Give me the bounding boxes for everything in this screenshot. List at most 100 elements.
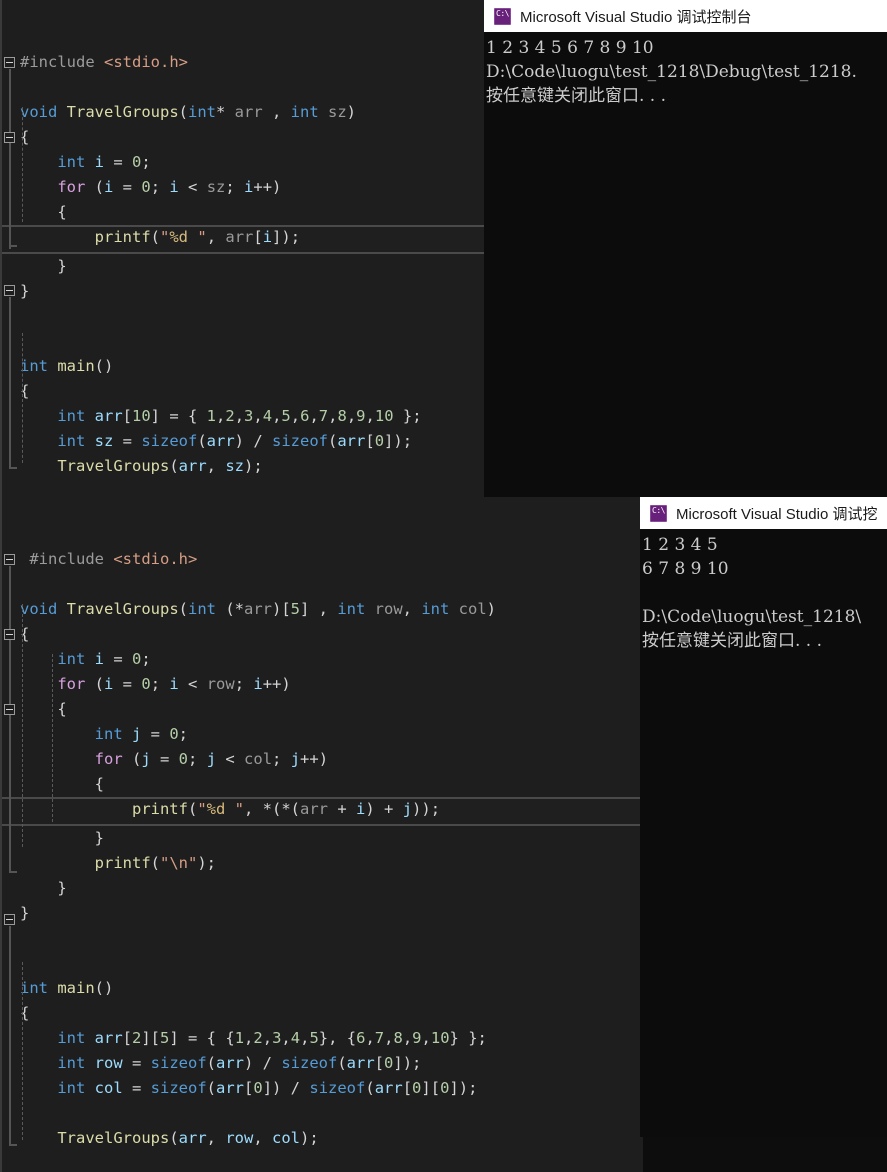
code-token: sz (206, 178, 226, 196)
code-token: int (57, 432, 95, 450)
console-window-2d-pointer[interactable]: Microsoft Visual Studio 调试挖 1 2 3 4 5 6 … (640, 497, 887, 1137)
code-token: int (57, 650, 95, 668)
code-token: , (402, 600, 422, 618)
code-token: (* (225, 600, 244, 618)
code-token: [ (402, 1079, 413, 1097)
code-line[interactable]: { (2, 772, 643, 797)
code-line[interactable]: int arr[2][5] = { {1,2,3,4,5}, {6,7,8,9,… (2, 1026, 643, 1051)
code-line-current[interactable]: printf("%d ", arr[i]); (2, 225, 484, 254)
code-line[interactable]: { (2, 697, 643, 722)
code-line[interactable]: int j = 0; (2, 722, 643, 747)
code-line[interactable]: { (2, 1001, 643, 1026)
code-token: 8 (337, 407, 347, 425)
code-line[interactable] (2, 1101, 643, 1126)
code-line[interactable] (2, 329, 484, 354)
code-token: int (57, 1054, 95, 1072)
code-line[interactable]: } (2, 279, 484, 304)
code-token: , *(*( (244, 800, 301, 818)
code-token: arr (300, 800, 329, 818)
code-token: ] , (300, 600, 338, 618)
indent-guide (22, 107, 23, 222)
code-line[interactable] (2, 479, 484, 497)
code-token: col (272, 1129, 300, 1147)
code-line[interactable]: } (2, 876, 643, 901)
code-line[interactable]: TravelGroups(arr, sz); (2, 454, 484, 479)
console-titlebar[interactable]: Microsoft Visual Studio 调试控制台 (484, 0, 887, 32)
code-line[interactable]: printf("\n"); (2, 851, 643, 876)
code-line[interactable]: for (j = 0; j < col; j++) (2, 747, 643, 772)
code-token: i (104, 178, 114, 196)
code-line[interactable]: } (2, 826, 643, 851)
fold-toggle-icon[interactable] (4, 132, 15, 143)
code-editor-single-pointer[interactable]: #include <stdio.h> void TravelGroups(int… (0, 0, 484, 497)
code-line-current[interactable]: printf("%d ", *(*(arr + i) + j)); (2, 797, 643, 826)
code-line[interactable]: } (2, 254, 484, 279)
code-token: } (20, 282, 30, 300)
code-line[interactable]: int sz = sizeof(arr) / sizeof(arr[0]); (2, 429, 484, 454)
code-token: < (216, 750, 245, 768)
code-token: , (234, 407, 245, 425)
scope-guide-foot (9, 245, 17, 247)
console-window-single-pointer[interactable]: Microsoft Visual Studio 调试控制台 1 2 3 4 5 … (484, 0, 887, 497)
code-line[interactable]: #include <stdio.h> (2, 50, 484, 75)
code-line[interactable]: int i = 0; (2, 150, 484, 175)
code-token: col (458, 600, 487, 618)
code-line[interactable] (2, 75, 484, 100)
code-token: col (94, 1079, 123, 1097)
code-token: ( (150, 854, 160, 872)
code-line[interactable]: for (i = 0; i < sz; i++) (2, 175, 484, 200)
code-token: , (244, 1029, 254, 1047)
code-token: [ (365, 432, 375, 450)
code-token: int (57, 1029, 95, 1047)
code-token: ; (141, 650, 151, 668)
code-line[interactable]: int row = sizeof(arr) / sizeof(arr[0]); (2, 1051, 643, 1076)
code-line[interactable]: #include <stdio.h> (2, 547, 643, 572)
code-line[interactable]: { (2, 379, 484, 404)
code-token: + (328, 800, 357, 818)
code-line[interactable] (2, 951, 643, 976)
code-token: sz (328, 103, 347, 121)
code-line[interactable]: { (2, 200, 484, 225)
code-line[interactable]: int main() (2, 354, 484, 379)
code-token: row (225, 1129, 254, 1147)
code-line[interactable]: int main() (2, 976, 643, 1001)
fold-toggle-icon[interactable] (4, 57, 15, 68)
code-lines-bottom[interactable]: #include <stdio.h> void TravelGroups(int… (2, 547, 643, 1172)
code-line[interactable]: { (2, 622, 643, 647)
code-editor-2d-pointer[interactable]: #include <stdio.h> void TravelGroups(int… (0, 497, 643, 1172)
code-line[interactable] (2, 1151, 643, 1172)
fold-toggle-icon[interactable] (4, 285, 15, 296)
code-token: arr (94, 1029, 123, 1047)
code-token: { (20, 775, 104, 793)
console-titlebar[interactable]: Microsoft Visual Studio 调试挖 (640, 497, 887, 529)
code-line[interactable] (2, 572, 643, 597)
code-line[interactable]: void TravelGroups(int (*arr)[5] , int ro… (2, 597, 643, 622)
code-line[interactable]: int i = 0; (2, 647, 643, 672)
code-line[interactable]: TravelGroups(arr, row, col); (2, 1126, 643, 1151)
code-token: = (122, 1079, 151, 1097)
code-line[interactable] (2, 304, 484, 329)
code-token: void (20, 103, 67, 121)
console-app-icon (650, 504, 667, 522)
code-token: ; (188, 750, 207, 768)
code-line[interactable]: for (i = 0; i < row; i++) (2, 672, 643, 697)
code-line[interactable]: { (2, 125, 484, 150)
fold-toggle-icon[interactable] (4, 914, 15, 925)
indent-guide (22, 604, 23, 847)
code-line[interactable]: int arr[10] = { 1,2,3,4,5,6,7,8,9,10 }; (2, 404, 484, 429)
code-token: 0 (374, 432, 385, 450)
fold-toggle-icon[interactable] (4, 554, 15, 565)
code-line[interactable]: } (2, 901, 643, 926)
code-line[interactable]: int col = sizeof(arr[0]) / sizeof(arr[0]… (2, 1076, 643, 1101)
code-token: sizeof (309, 1079, 366, 1097)
code-line[interactable]: void TravelGroups(int* arr , int sz) (2, 100, 484, 125)
fold-toggle-icon[interactable] (4, 704, 15, 715)
code-token: %d (206, 800, 226, 818)
code-line[interactable] (2, 926, 643, 951)
code-token: sizeof (150, 1079, 207, 1097)
code-lines-top[interactable]: #include <stdio.h> void TravelGroups(int… (2, 50, 484, 497)
code-token: 9 (412, 1029, 422, 1047)
fold-toggle-icon[interactable] (4, 629, 15, 640)
code-token: ++) (253, 178, 282, 196)
